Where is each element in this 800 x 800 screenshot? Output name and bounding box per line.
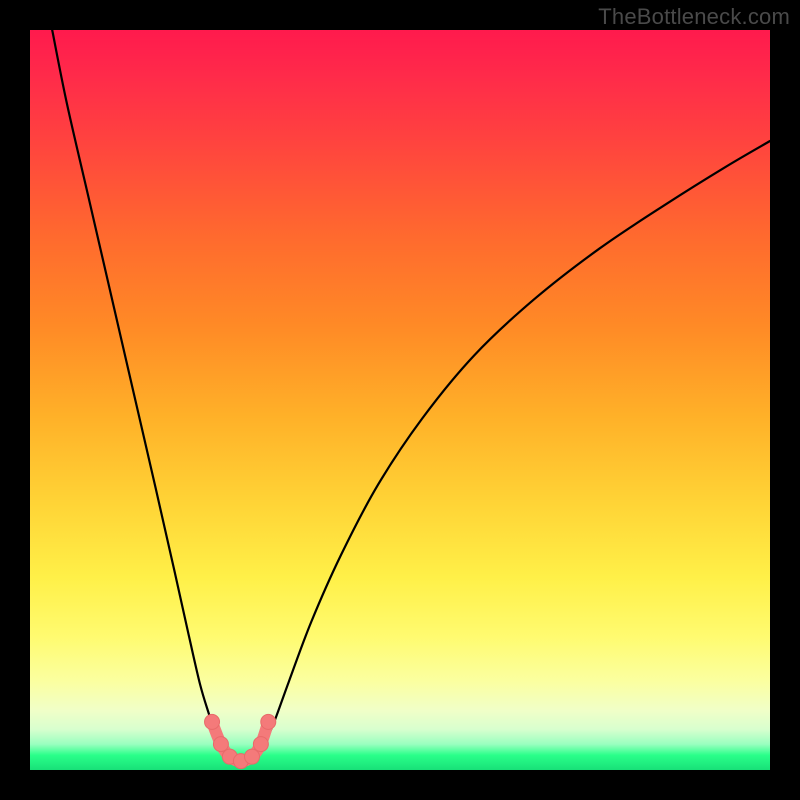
watermark-text: TheBottleneck.com — [598, 4, 790, 30]
chart-svg — [30, 30, 770, 770]
marker-dot — [205, 714, 220, 729]
marker-dot — [253, 737, 268, 752]
marker-dot — [245, 749, 260, 764]
marker-dots — [205, 714, 276, 768]
plot-area — [30, 30, 770, 770]
marker-dot — [213, 737, 228, 752]
marker-dot — [261, 714, 276, 729]
curve-right-branch — [258, 141, 770, 757]
chart-frame: TheBottleneck.com — [0, 0, 800, 800]
curve-left-branch — [52, 30, 228, 757]
